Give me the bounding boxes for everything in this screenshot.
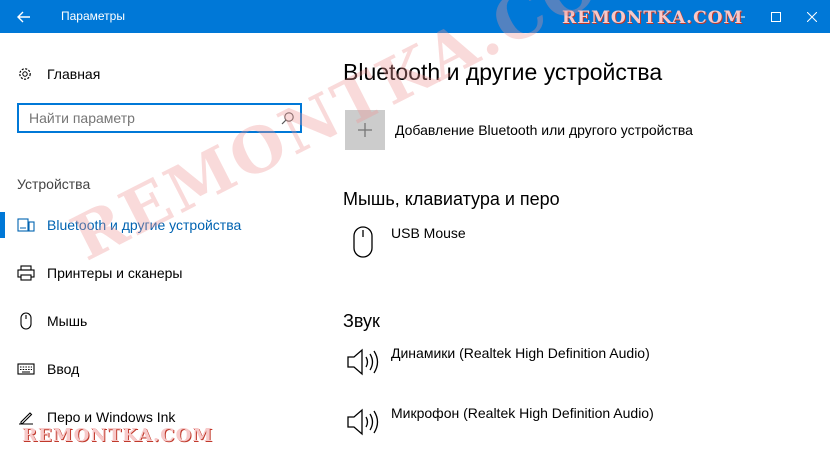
sidebar-item-label: Ввод xyxy=(47,361,80,377)
sidebar-item-label: Мышь xyxy=(47,313,88,329)
sidebar-item-mouse[interactable]: Мышь xyxy=(0,308,310,334)
sidebar-item-bluetooth[interactable]: Bluetooth и другие устройства xyxy=(0,212,310,238)
back-button[interactable] xyxy=(0,0,48,33)
search-icon[interactable] xyxy=(276,111,300,125)
device-item-usb-mouse[interactable]: USB Mouse xyxy=(345,225,466,259)
keyboard-icon xyxy=(17,360,35,378)
sidebar-item-input[interactable]: Ввод xyxy=(0,356,310,382)
device-name: Динамики (Realtek High Definition Audio) xyxy=(391,345,650,361)
back-arrow-icon xyxy=(17,11,30,22)
search-input[interactable] xyxy=(19,106,276,130)
maximize-button[interactable] xyxy=(758,0,794,33)
close-button[interactable] xyxy=(794,0,830,33)
device-item-microphone[interactable]: Микрофон (Realtek High Definition Audio) xyxy=(345,405,654,439)
mouse-icon xyxy=(345,225,381,259)
speaker-icon xyxy=(345,345,381,379)
mouse-icon xyxy=(17,312,35,330)
sidebar-item-label: Перо и Windows Ink xyxy=(47,409,176,425)
plus-icon xyxy=(358,123,372,137)
bluetooth-devices-icon xyxy=(17,216,35,234)
device-item-speakers[interactable]: Динамики (Realtek High Definition Audio) xyxy=(345,345,650,379)
sidebar: Главная Устройства Bluetooth и другие ус… xyxy=(0,33,325,458)
window-title: Параметры xyxy=(61,9,125,23)
group-title-mouse-keyboard: Мышь, клавиатура и перо xyxy=(343,189,560,209)
search-box xyxy=(17,103,302,133)
sidebar-item-label: Принтеры и сканеры xyxy=(47,265,183,281)
add-device-button[interactable]: Добавление Bluetooth или другого устройс… xyxy=(345,110,693,150)
device-name: Микрофон (Realtek High Definition Audio) xyxy=(391,405,654,421)
section-label-devices: Устройства xyxy=(17,176,91,192)
main-content: Bluetooth и другие устройства Добавление… xyxy=(325,33,830,458)
maximize-icon xyxy=(771,11,781,22)
gear-icon xyxy=(17,66,33,82)
group-title-sound: Звук xyxy=(343,311,380,331)
page-title: Bluetooth и другие устройства xyxy=(343,59,663,85)
close-icon xyxy=(807,11,817,22)
device-name: USB Mouse xyxy=(391,225,466,241)
watermark-top: REMONTKA.COM xyxy=(562,8,744,28)
speaker-icon xyxy=(345,405,381,439)
home-link[interactable]: Главная xyxy=(17,64,100,84)
sidebar-item-printers[interactable]: Принтеры и сканеры xyxy=(0,260,310,286)
pen-icon xyxy=(17,408,35,426)
add-tile xyxy=(345,110,385,150)
add-device-label: Добавление Bluetooth или другого устройс… xyxy=(395,122,693,138)
printer-icon xyxy=(17,264,35,282)
sidebar-item-label: Bluetooth и другие устройства xyxy=(47,217,242,233)
home-label: Главная xyxy=(47,66,101,82)
watermark-bottom: REMONTKA.COM xyxy=(22,425,214,446)
